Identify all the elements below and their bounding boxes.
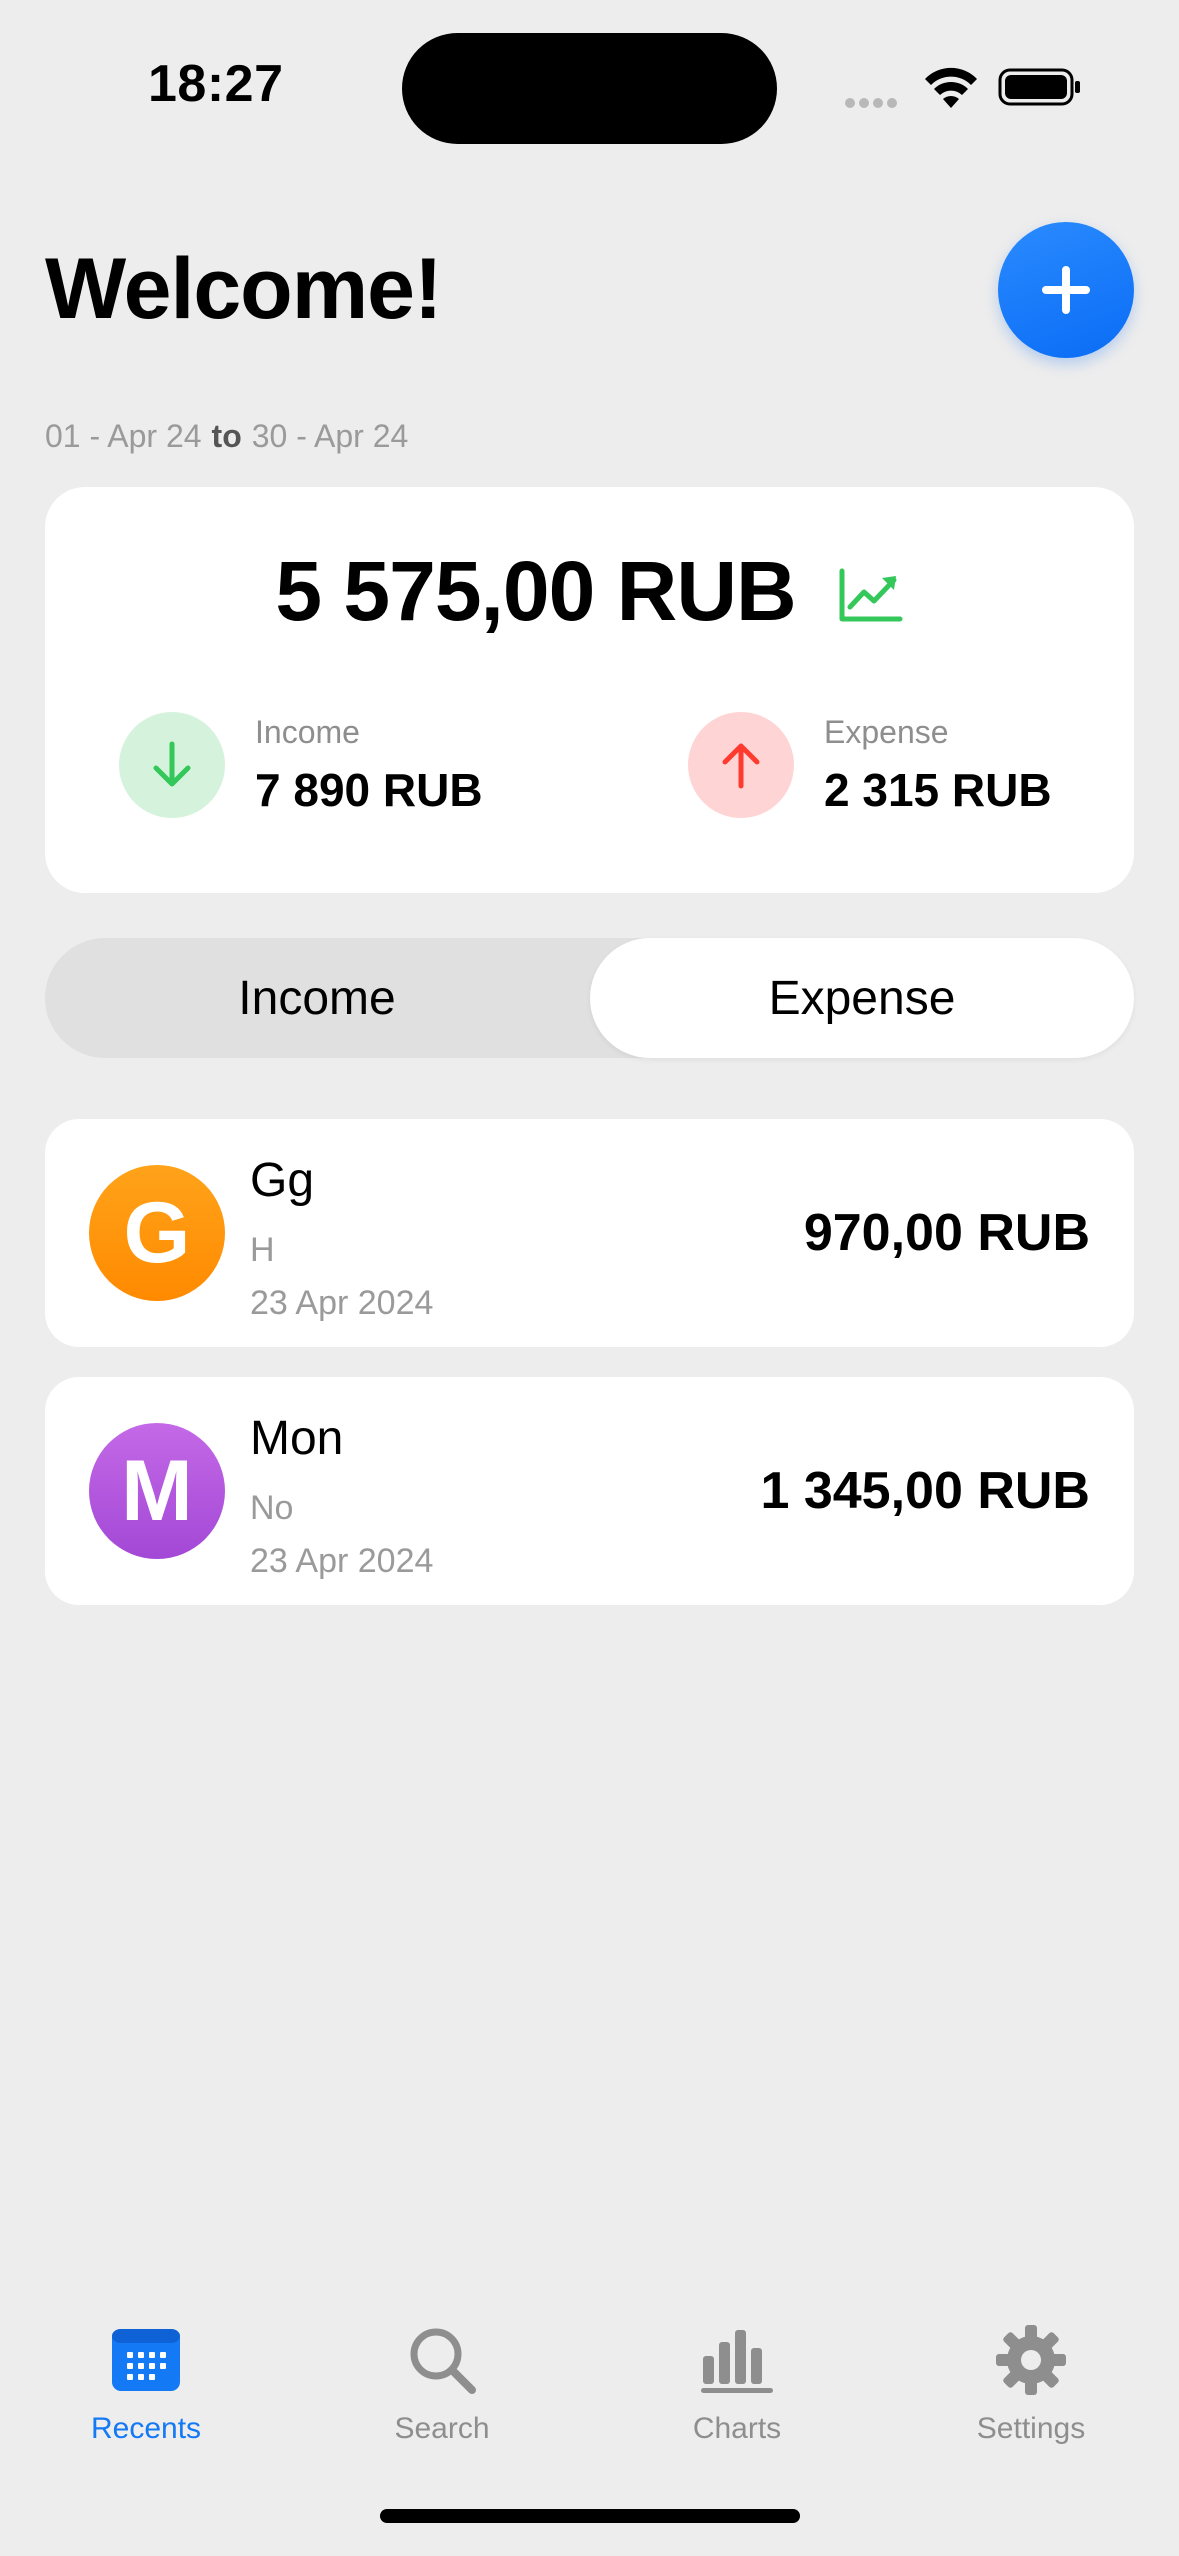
avatar: M xyxy=(89,1423,225,1559)
wifi-icon xyxy=(925,67,977,108)
income-label: Income xyxy=(255,713,360,750)
transaction-row[interactable]: M Mon No 23 Apr 2024 1 345,00 RUB xyxy=(45,1377,1134,1605)
balance-row: 5 575,00 RUB xyxy=(45,543,1134,640)
expense-arrow-circle xyxy=(688,712,794,818)
dynamic-island xyxy=(402,33,777,144)
income-arrow-circle xyxy=(119,712,225,818)
tab-label: Search xyxy=(394,2412,490,2445)
arrow-down-icon xyxy=(153,741,191,787)
segment-income[interactable]: Income xyxy=(45,938,589,1058)
date-range-separator: to xyxy=(211,418,242,454)
income-stat: Income 7 890 RUB xyxy=(119,712,483,818)
chart-line-uptrend-icon[interactable] xyxy=(838,567,904,623)
screen: 18:27 Welcome! 01 - Apr 24 to 30 - Apr 24 … xyxy=(0,0,1179,2556)
magnifier-icon xyxy=(410,2328,476,2394)
transaction-note: No xyxy=(250,1489,294,1527)
type-segmented-control: Income Expense xyxy=(45,938,1134,1058)
calendar-icon xyxy=(112,2329,180,2391)
arrow-up-icon xyxy=(722,743,760,789)
gear-icon xyxy=(996,2325,1066,2395)
date-range-end: 30 - Apr 24 xyxy=(251,418,409,454)
tab-label: Charts xyxy=(692,2412,782,2445)
transaction-date: 23 Apr 2024 xyxy=(250,1284,434,1322)
balance-amount: 5 575,00 RUB xyxy=(275,544,796,638)
summary-card: 5 575,00 RUB Income 7 890 RUB Expense 2 … xyxy=(45,487,1134,893)
transaction-note: H xyxy=(250,1231,275,1269)
tab-settings[interactable]: Settings xyxy=(931,2322,1131,2446)
home-indicator[interactable] xyxy=(380,2509,800,2523)
expense-value: 2 315 RUB xyxy=(824,763,1052,816)
page-title: Welcome! xyxy=(45,241,443,337)
bar-chart-icon xyxy=(701,2330,773,2393)
date-range-start: 01 - Apr 24 xyxy=(45,418,202,454)
transaction-name: Gg xyxy=(250,1154,315,1207)
transaction-date: 23 Apr 2024 xyxy=(250,1542,434,1580)
date-range[interactable]: 01 - Apr 24 to 30 - Apr 24 xyxy=(45,418,408,455)
plus-icon xyxy=(1042,266,1090,314)
segment-expense[interactable]: Expense xyxy=(590,938,1134,1058)
battery-icon xyxy=(998,68,1080,106)
add-transaction-button[interactable] xyxy=(998,222,1134,358)
avatar: G xyxy=(89,1165,225,1301)
transaction-amount: 1 345,00 RUB xyxy=(760,1462,1090,1520)
transaction-name: Mon xyxy=(250,1412,344,1465)
tab-label: Recents xyxy=(90,2412,202,2445)
status-time: 18:27 xyxy=(148,55,284,113)
cellular-signal-icon xyxy=(845,95,901,113)
transaction-row[interactable]: G Gg H 23 Apr 2024 970,00 RUB xyxy=(45,1119,1134,1347)
tab-recents[interactable]: Recents xyxy=(46,2322,246,2446)
tab-search[interactable]: Search xyxy=(342,2322,542,2446)
tab-charts[interactable]: Charts xyxy=(637,2322,837,2446)
tab-label: Settings xyxy=(976,2412,1086,2445)
expense-label: Expense xyxy=(824,713,949,750)
expense-stat: Expense 2 315 RUB xyxy=(688,712,1052,818)
income-value: 7 890 RUB xyxy=(255,763,483,816)
transaction-amount: 970,00 RUB xyxy=(803,1204,1090,1262)
